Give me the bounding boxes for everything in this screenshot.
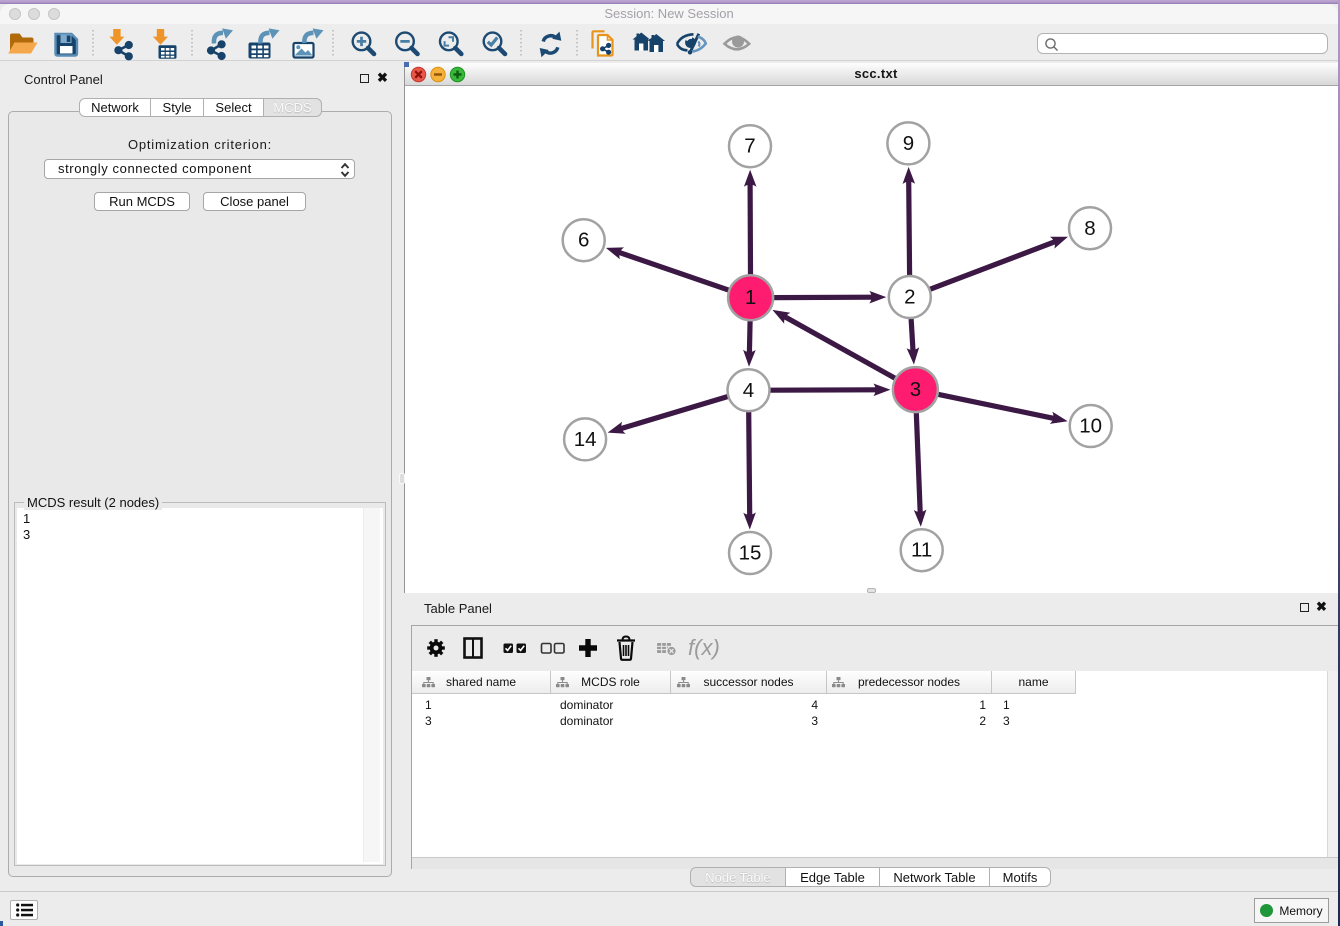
svg-text:11: 11 (911, 539, 932, 562)
svg-text:14: 14 (573, 428, 596, 451)
svg-text:15: 15 (738, 542, 761, 565)
svg-text:7: 7 (744, 135, 755, 158)
svg-text:1: 1 (744, 286, 755, 309)
svg-text:f(x): f(x) (688, 635, 720, 660)
svg-text:3: 3 (909, 378, 920, 401)
svg-text:8: 8 (1084, 217, 1095, 240)
svg-text:10: 10 (1079, 415, 1102, 438)
svg-text:2: 2 (904, 286, 915, 309)
svg-text:9: 9 (902, 132, 913, 155)
svg-text:6: 6 (577, 229, 588, 252)
svg-text:4: 4 (742, 379, 753, 402)
